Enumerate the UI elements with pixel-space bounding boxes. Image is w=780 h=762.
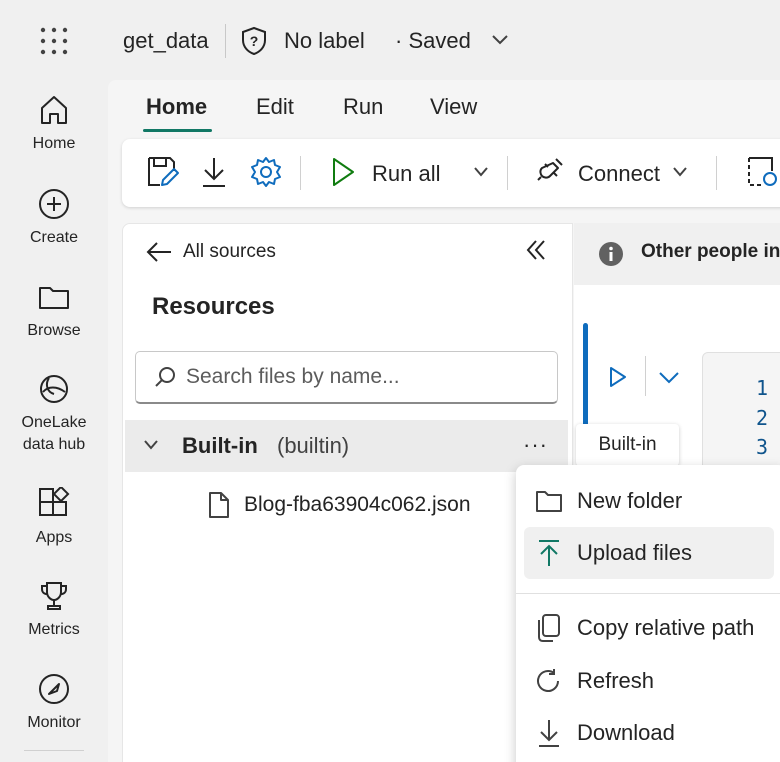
nav-monitor[interactable]: Monitor: [0, 672, 108, 734]
search-icon: [155, 367, 175, 387]
nav-apps[interactable]: Apps: [0, 487, 108, 549]
trophy-icon: [41, 582, 67, 610]
menu-item-new-folder[interactable]: New folder: [524, 475, 774, 527]
nav-onelake[interactable]: OneLake data hub: [0, 372, 108, 456]
title-divider: [225, 24, 226, 58]
ribbon-toolbar: Run all Connect: [122, 139, 780, 207]
rail-divider: [24, 750, 84, 751]
left-nav-rail: Home Create Browse OneLake data hub Apps: [0, 80, 108, 762]
menu-item-label: Upload files: [577, 540, 692, 565]
folder-row-builtin[interactable]: Built-in (builtin) ···: [125, 420, 568, 472]
nav-home[interactable]: Home: [0, 93, 108, 155]
chevron-down-icon[interactable]: [672, 166, 688, 178]
folder-icon: [39, 287, 69, 309]
collapse-panel-icon[interactable]: [526, 239, 546, 261]
file-row[interactable]: Blog-fba63904c062.json: [208, 488, 471, 522]
play-icon[interactable]: [330, 155, 356, 189]
folder-name: Built-in: [182, 433, 258, 458]
line-number: 1: [756, 376, 769, 400]
refresh-icon: [537, 669, 559, 692]
nav-apps-label: Apps: [35, 529, 73, 546]
nav-home-label: Home: [32, 135, 76, 152]
nav-metrics[interactable]: Metrics: [0, 579, 108, 641]
chevron-down-icon[interactable]: [143, 439, 159, 451]
gear-icon[interactable]: [250, 155, 282, 189]
environment-settings-icon[interactable]: [746, 155, 780, 189]
nav-monitor-label: Monitor: [27, 714, 81, 731]
nav-metrics-label: Metrics: [28, 621, 80, 638]
info-banner: Other people in: [574, 223, 780, 285]
run-all-button[interactable]: Run all: [372, 161, 440, 187]
monitor-icon: [39, 674, 69, 704]
copy-icon: [538, 614, 560, 642]
menu-item-copy-relative-path[interactable]: Copy relative path: [524, 602, 774, 654]
search-input[interactable]: [186, 365, 546, 389]
info-banner-text: Other people in: [641, 241, 780, 262]
download-icon[interactable]: [199, 155, 229, 189]
ribbon-divider: [507, 156, 508, 190]
panel-title: Resources: [152, 293, 275, 320]
item-name[interactable]: get_data: [123, 28, 209, 54]
menu-item-label: Download: [577, 720, 675, 745]
code-cell[interactable]: [702, 352, 780, 482]
menu-item-refresh[interactable]: Refresh: [524, 655, 774, 707]
all-sources-link[interactable]: All sources: [145, 238, 276, 266]
tab-home[interactable]: Home: [146, 94, 207, 120]
app-launcher-icon[interactable]: [39, 26, 69, 56]
plus-circle-icon: [39, 189, 69, 219]
context-menu: New folder Upload files Copy relative pa…: [516, 465, 780, 762]
chevron-down-icon[interactable]: [491, 33, 509, 47]
sensitivity-label[interactable]: No label: [284, 28, 365, 54]
apps-icon: [39, 487, 70, 516]
folder-alias: (builtin): [277, 433, 350, 458]
save-as-icon[interactable]: [146, 155, 180, 189]
arrow-left-icon: [146, 242, 171, 262]
tab-view[interactable]: View: [430, 94, 477, 120]
line-number: 3: [756, 435, 769, 459]
active-tab-indicator: [143, 129, 212, 132]
shield-icon[interactable]: ?: [241, 26, 267, 56]
all-sources-label: All sources: [183, 241, 276, 262]
file-icon: [209, 492, 229, 518]
chevron-down-icon[interactable]: [473, 166, 489, 178]
menu-divider: [516, 593, 780, 594]
upload-icon: [539, 540, 559, 566]
home-icon: [41, 96, 67, 124]
info-icon: [599, 242, 623, 266]
resources-panel: All sources Resources Built-in (builtin)…: [122, 223, 573, 762]
cell-toolbar-divider: [645, 356, 646, 396]
svg-text:?: ?: [250, 33, 259, 49]
save-status[interactable]: · Saved: [395, 28, 471, 54]
connect-button[interactable]: Connect: [578, 161, 660, 187]
line-number: 2: [756, 406, 769, 430]
ribbon-divider: [300, 156, 301, 190]
ribbon-divider: [716, 156, 717, 190]
tab-run[interactable]: Run: [343, 94, 383, 120]
nav-browse-label: Browse: [27, 322, 81, 339]
menu-item-label: Refresh: [577, 668, 655, 693]
tooltip: Built-in: [576, 424, 679, 466]
chevron-down-icon[interactable]: [658, 371, 680, 385]
menu-item-label: New folder: [577, 488, 683, 513]
folder-icon: [536, 491, 562, 512]
run-cell-icon[interactable]: [608, 365, 628, 389]
nav-browse[interactable]: Browse: [0, 280, 108, 342]
plug-connect-icon[interactable]: [536, 155, 566, 189]
onelake-icon: [40, 375, 68, 403]
nav-onelake-label: OneLake data hub: [21, 414, 87, 453]
menu-item-download[interactable]: Download: [524, 707, 774, 759]
top-bar: get_data ? No label · Saved: [0, 0, 780, 80]
search-box[interactable]: [135, 351, 558, 404]
nav-create[interactable]: Create: [0, 187, 108, 249]
file-name: Blog-fba63904c062.json: [244, 493, 471, 516]
more-options-button[interactable]: ···: [523, 432, 548, 458]
download-icon: [539, 720, 559, 747]
tab-edit[interactable]: Edit: [256, 94, 294, 120]
nav-create-label: Create: [29, 229, 79, 246]
menu-item-upload-files[interactable]: Upload files: [524, 527, 774, 579]
menu-item-label: Copy relative path: [577, 615, 755, 640]
